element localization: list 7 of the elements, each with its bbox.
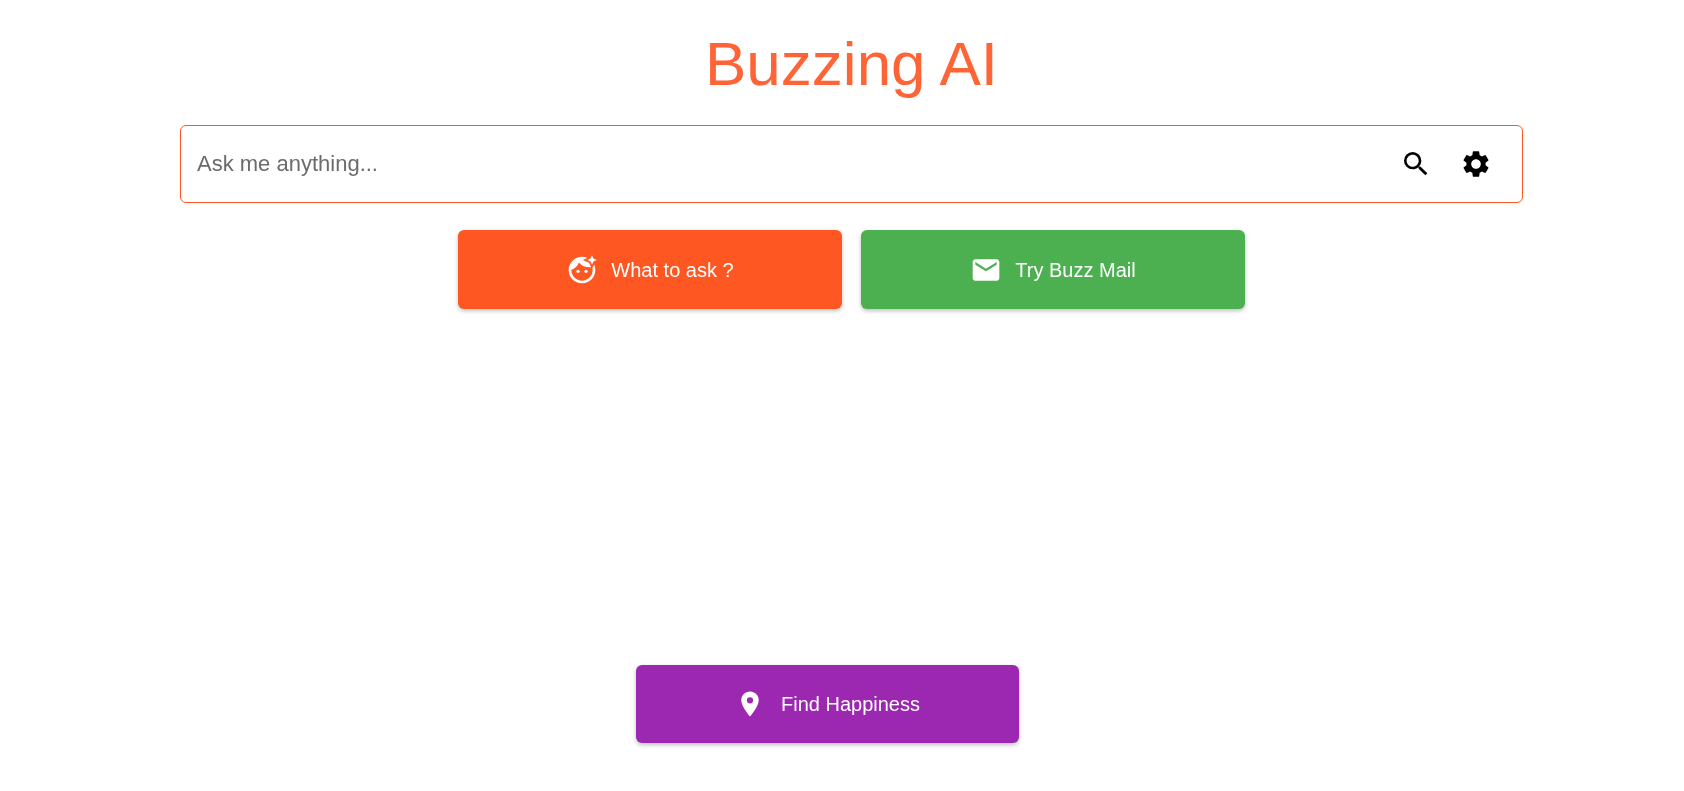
action-button[interactable]: Try Buzz Mail	[861, 230, 1245, 309]
action-button[interactable]: What to ask ?	[458, 230, 842, 309]
find-happiness-button[interactable]: Find Happiness	[636, 665, 1019, 743]
app-title: Buzzing AI	[705, 28, 998, 100]
search-field[interactable]: Ask me anything...	[180, 125, 1523, 203]
face-sparkle-icon	[566, 253, 599, 286]
search-input[interactable]: Ask me anything...	[197, 144, 1384, 184]
